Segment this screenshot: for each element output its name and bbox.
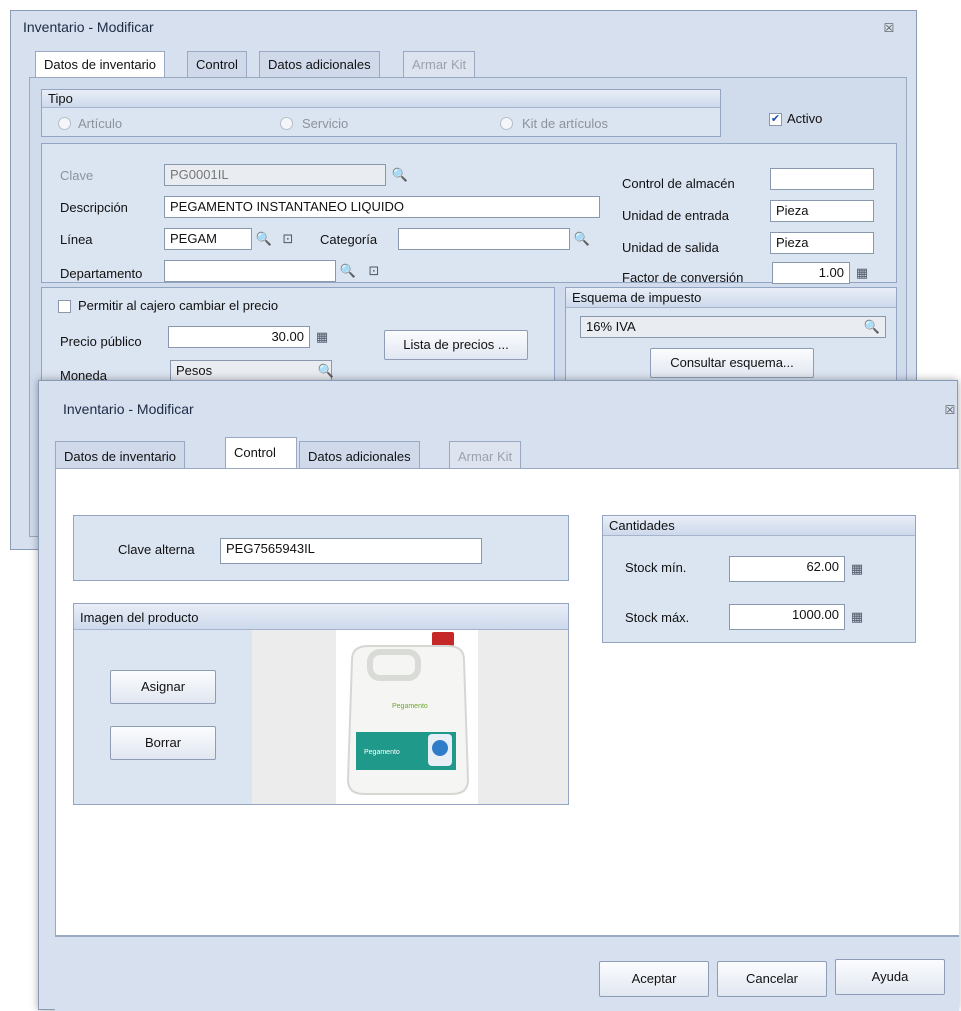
search-icon[interactable]: 🔍 bbox=[390, 165, 410, 185]
radio-servicio-label: Servicio bbox=[302, 116, 349, 131]
radio-articulo-label: Artículo bbox=[78, 116, 123, 131]
activo-label: Activo bbox=[787, 111, 823, 126]
product-bottle-image: Pegamento Pegamento bbox=[336, 630, 478, 804]
back-window-title: Inventario - Modificar bbox=[23, 19, 154, 35]
tab-datos-adicionales[interactable]: Datos adicionales bbox=[299, 441, 420, 469]
descripcion-field[interactable]: PEGAMENTO INSTANTANEO LIQUIDO bbox=[164, 196, 600, 218]
radio-servicio bbox=[280, 117, 293, 130]
cantidades-title: Cantidades bbox=[603, 516, 915, 536]
linea-label: Línea bbox=[60, 232, 93, 247]
stock-max-field[interactable]: 1000.00 bbox=[729, 604, 845, 630]
permitir-label: Permitir al cajero cambiar el precio bbox=[78, 298, 279, 313]
new-item-icon[interactable]: ⊡ bbox=[364, 261, 384, 281]
tipo-group: Tipo Artículo Servicio Kit de artículos bbox=[41, 89, 721, 137]
front-tab-bar: Datos de inventario Control Datos adicio… bbox=[55, 437, 955, 469]
tab-armar-kit: Armar Kit bbox=[403, 51, 476, 77]
fields-group: Clave PG0001IL 🔍 Descripción PEGAMENTO I… bbox=[41, 143, 897, 285]
stock-min-label: Stock mín. bbox=[625, 560, 687, 575]
close-icon[interactable]: ☒ bbox=[882, 21, 896, 35]
clave-field: PG0001IL bbox=[164, 164, 386, 186]
tab-datos-inventario[interactable]: Datos de inventario bbox=[55, 441, 186, 469]
moneda-field: Pesos bbox=[170, 360, 332, 382]
clave-alterna-field[interactable]: PEG7565943IL bbox=[220, 538, 482, 564]
product-label-text: Pegamento bbox=[364, 749, 400, 756]
control-almacen-field[interactable] bbox=[770, 168, 874, 190]
radio-articulo bbox=[58, 117, 71, 130]
ayuda-button[interactable]: Ayuda bbox=[835, 959, 945, 995]
new-item-icon[interactable]: ⊡ bbox=[278, 229, 298, 249]
clave-alterna-label: Clave alterna bbox=[118, 542, 195, 557]
tipo-title: Tipo bbox=[42, 90, 720, 108]
descripcion-label: Descripción bbox=[60, 200, 128, 215]
categoria-label: Categoría bbox=[320, 232, 378, 247]
categoria-field[interactable] bbox=[398, 228, 570, 250]
factor-field[interactable]: 1.00 bbox=[772, 262, 850, 284]
front-window: Inventario - Modificar ☒ Datos de invent… bbox=[38, 380, 959, 1011]
precio-field[interactable]: 30.00 bbox=[168, 326, 310, 348]
calculator-icon[interactable]: ▦ bbox=[847, 607, 867, 627]
tab-datos-adicionales[interactable]: Datos adicionales bbox=[259, 51, 380, 77]
close-icon[interactable]: ☒ bbox=[943, 403, 957, 417]
search-icon[interactable]: 🔍 bbox=[572, 229, 592, 249]
activo-checkbox[interactable]: ✔ bbox=[769, 113, 782, 126]
cantidades-group: Cantidades Stock mín. 62.00 ▦ Stock máx.… bbox=[602, 515, 916, 643]
tab-control[interactable]: Control bbox=[187, 51, 247, 77]
tab-armar-kit: Armar Kit bbox=[449, 441, 522, 469]
aceptar-button[interactable]: Aceptar bbox=[599, 961, 709, 997]
stock-min-field[interactable]: 62.00 bbox=[729, 556, 845, 582]
permitir-checkbox[interactable] bbox=[58, 300, 71, 313]
calculator-icon[interactable]: ▦ bbox=[312, 327, 332, 347]
unidad-entrada-field[interactable]: Pieza bbox=[770, 200, 874, 222]
search-icon[interactable]: 🔍 bbox=[316, 361, 336, 381]
back-tab-bar: Datos de inventario Control Datos adicio… bbox=[27, 51, 907, 79]
search-icon[interactable]: 🔍 bbox=[254, 229, 274, 249]
impuesto-field: 16% IVA bbox=[580, 316, 886, 338]
borrar-button[interactable]: Borrar bbox=[110, 726, 216, 760]
radio-kit bbox=[500, 117, 513, 130]
clave-alterna-group: Clave alterna PEG7565943IL bbox=[73, 515, 569, 581]
control-almacen-label: Control de almacén bbox=[622, 176, 735, 191]
impuesto-title: Esquema de impuesto bbox=[566, 288, 896, 308]
search-icon[interactable]: 🔍 bbox=[862, 317, 882, 337]
front-window-title: Inventario - Modificar bbox=[63, 401, 194, 417]
precio-label: Precio público bbox=[60, 334, 142, 349]
calculator-icon[interactable]: ▦ bbox=[847, 559, 867, 579]
stock-max-label: Stock máx. bbox=[625, 610, 690, 625]
cancelar-button[interactable]: Cancelar bbox=[717, 961, 827, 997]
tab-control[interactable]: Control bbox=[225, 437, 297, 469]
asignar-button[interactable]: Asignar bbox=[110, 670, 216, 704]
unidad-salida-label: Unidad de salida bbox=[622, 240, 719, 255]
tab-datos-inventario[interactable]: Datos de inventario bbox=[35, 51, 166, 79]
search-icon[interactable]: 🔍 bbox=[338, 261, 358, 281]
precio-group: Permitir al cajero cambiar el precio Pre… bbox=[41, 287, 555, 387]
departamento-field[interactable] bbox=[164, 260, 336, 282]
product-brand-text: Pegamento bbox=[392, 703, 428, 710]
consultar-esquema-button[interactable]: Consultar esquema... bbox=[650, 348, 814, 378]
radio-kit-label: Kit de artículos bbox=[522, 116, 608, 131]
impuesto-group: Esquema de impuesto 16% IVA 🔍 Consultar … bbox=[565, 287, 897, 387]
imagen-group: Imagen del producto Asignar Borrar Pegam… bbox=[73, 603, 569, 805]
imagen-title: Imagen del producto bbox=[74, 604, 568, 630]
product-image: Pegamento Pegamento bbox=[252, 630, 568, 804]
lista-precios-button[interactable]: Lista de precios ... bbox=[384, 330, 528, 360]
clave-label: Clave bbox=[60, 168, 94, 183]
unidad-entrada-label: Unidad de entrada bbox=[622, 208, 729, 223]
factor-label: Factor de conversión bbox=[622, 270, 744, 285]
linea-field[interactable]: PEGAM bbox=[164, 228, 252, 250]
unidad-salida-field[interactable]: Pieza bbox=[770, 232, 874, 254]
departamento-label: Departamento bbox=[60, 266, 143, 281]
calculator-icon[interactable]: ▦ bbox=[852, 263, 872, 283]
